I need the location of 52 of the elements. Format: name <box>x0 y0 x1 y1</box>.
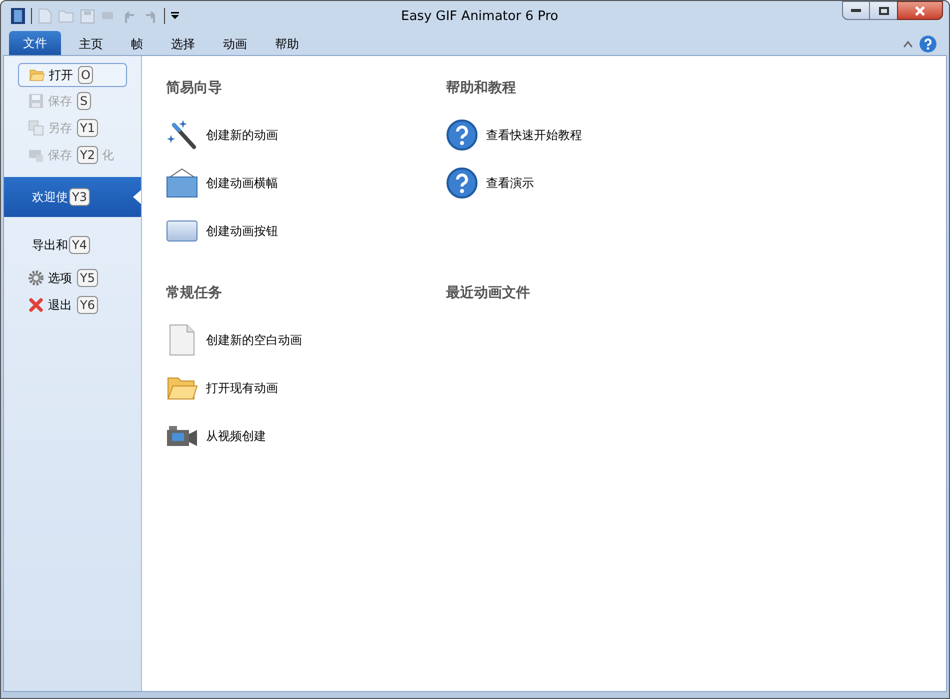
section-heading: 简易向导 <box>166 79 223 98</box>
section-heading: 最近动画文件 <box>446 284 531 303</box>
close-icon <box>28 297 44 313</box>
minimize-button[interactable] <box>842 1 870 20</box>
sidebar-item[interactable]: 导出和 Y4 <box>4 228 141 262</box>
ribbon-tab[interactable]: 选择 <box>157 33 209 55</box>
section-heading: 常规任务 <box>166 284 223 303</box>
task-link[interactable]: 查看演示 <box>446 167 726 199</box>
maximize-button[interactable] <box>870 1 897 20</box>
sidebar-item[interactable]: 选项 Y5 <box>18 265 127 291</box>
sidebar-item[interactable]: 退出 Y6 <box>18 292 127 318</box>
stacked-pages-icon <box>28 120 44 136</box>
key-tip-badge: O <box>78 66 94 84</box>
key-tip-badge: Y6 <box>77 296 98 314</box>
key-tip-badge: Y3 <box>69 188 90 206</box>
key-tip-badge: Y5 <box>77 269 98 287</box>
ribbon-tab[interactable]: 帮助 <box>261 33 313 55</box>
task-link[interactable]: 创建新的动画 <box>166 119 446 151</box>
close-button[interactable] <box>897 1 943 20</box>
film-strip-icon[interactable] <box>11 8 25 24</box>
section-heading: 帮助和教程 <box>446 79 517 98</box>
task-link[interactable]: 创建动画横幅 <box>166 167 446 199</box>
collapse-ribbon-icon[interactable] <box>903 40 913 48</box>
task-link[interactable]: 从视频创建 <box>166 420 446 452</box>
gear-icon <box>28 270 44 286</box>
ribbon-tab[interactable]: 帧 <box>117 33 157 55</box>
rectangle-button-icon <box>166 220 198 242</box>
window-title: Easy GIF Animator 6 Pro <box>401 8 558 26</box>
help-icon <box>446 119 478 151</box>
task-link[interactable]: 查看快速开始教程 <box>446 119 726 151</box>
key-tip-badge: S <box>77 92 91 110</box>
dropdown-arrow-icon[interactable] <box>171 12 179 20</box>
key-tip-badge: Y1 <box>77 119 98 137</box>
key-tip-badge: Y2 <box>77 146 98 164</box>
banner-icon <box>166 167 198 199</box>
ribbon-tab[interactable]: 主页 <box>65 33 117 55</box>
task-link[interactable]: 打开现有动画 <box>166 372 446 404</box>
help-icon[interactable] <box>919 35 937 53</box>
key-tip-badge: Y4 <box>69 236 90 254</box>
help-icon <box>446 167 478 199</box>
video-camera-icon <box>166 424 198 448</box>
magic-wand-icon <box>166 119 198 151</box>
close-icon <box>914 6 926 16</box>
sidebar-item[interactable]: 欢迎使 Y3 <box>4 177 141 217</box>
folder-icon <box>29 67 45 83</box>
task-link[interactable]: 创建动画按钮 <box>166 215 446 247</box>
sidebar-item[interactable]: 打开 O <box>18 63 127 87</box>
ribbon-tab[interactable]: 动画 <box>209 33 261 55</box>
ribbon-tab[interactable]: 文件 <box>9 31 61 55</box>
pointer-icon <box>133 190 141 204</box>
blank-page-icon <box>169 324 195 356</box>
task-link[interactable]: 创建新的空白动画 <box>166 324 446 356</box>
